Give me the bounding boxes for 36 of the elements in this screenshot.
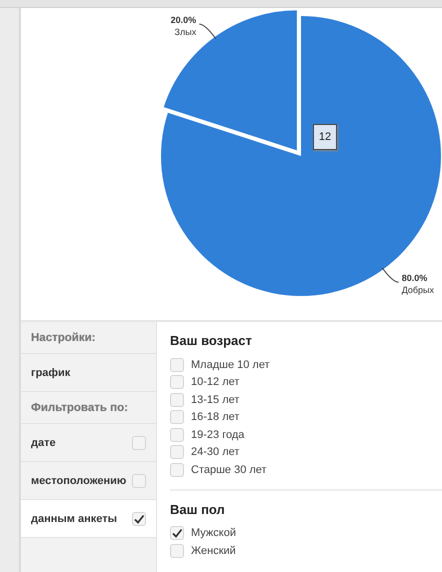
checkbox[interactable] bbox=[132, 512, 146, 526]
option-label: Женский bbox=[191, 544, 236, 557]
filter-label: данным анкеты bbox=[31, 512, 117, 524]
checkbox[interactable] bbox=[132, 436, 146, 450]
chart-tooltip: 12 bbox=[313, 124, 337, 150]
filter-label: местоположению bbox=[31, 474, 126, 486]
option-label: Младше 10 лет bbox=[191, 358, 270, 371]
checkbox[interactable] bbox=[170, 544, 184, 558]
category-label: Добрых bbox=[402, 285, 434, 296]
question-title: Ваш пол bbox=[170, 502, 226, 516]
option-label: Старше 30 лет bbox=[191, 464, 267, 476]
checkbox[interactable] bbox=[170, 445, 184, 460]
leader-line bbox=[382, 267, 400, 283]
question-title: Ваш возраст bbox=[170, 333, 253, 348]
sidebar-heading: Фильтровать по: bbox=[21, 392, 156, 424]
checkbox[interactable] bbox=[170, 526, 184, 540]
category-label: Злых bbox=[174, 27, 196, 38]
option-label: 24-30 лет bbox=[191, 446, 240, 458]
checkbox[interactable] bbox=[132, 474, 146, 488]
option-label: 16-18 лет bbox=[191, 411, 240, 424]
checkbox[interactable] bbox=[170, 410, 184, 424]
option-label: 10-12 лет bbox=[191, 376, 240, 388]
option-label: Мужской bbox=[191, 527, 236, 540]
checkbox[interactable] bbox=[170, 392, 184, 407]
filter-label: дате bbox=[31, 436, 56, 448]
checkbox[interactable] bbox=[170, 358, 184, 372]
sidebar-item[interactable]: график bbox=[21, 354, 156, 392]
checkbox[interactable] bbox=[170, 462, 184, 477]
checkbox[interactable] bbox=[170, 428, 184, 442]
sidebar-heading: Настройки: bbox=[21, 322, 156, 354]
option-label: 13-15 лет bbox=[191, 394, 240, 406]
value-label: 20.0% bbox=[170, 15, 196, 26]
value-label: 80.0% bbox=[402, 273, 428, 284]
checkbox[interactable] bbox=[170, 375, 184, 390]
option-label: 19-23 года bbox=[191, 428, 244, 441]
leader-line bbox=[198, 24, 216, 40]
